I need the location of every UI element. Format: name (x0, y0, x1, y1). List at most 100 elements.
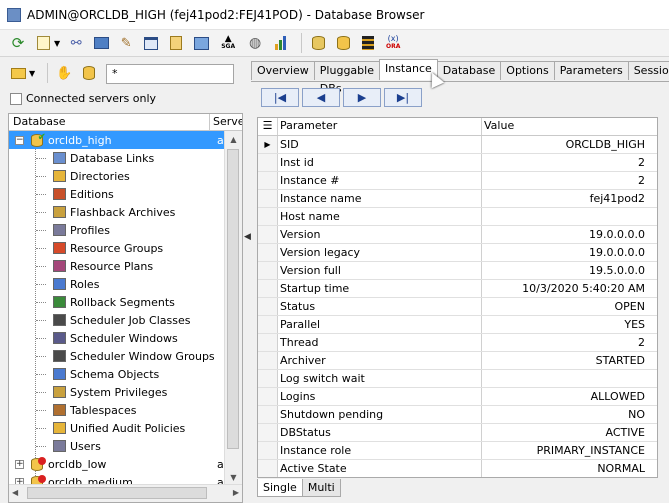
value-cell[interactable]: STARTED (482, 352, 657, 369)
row-selector[interactable] (258, 316, 278, 333)
value-cell[interactable]: 19.0.0.0.0 (482, 226, 657, 243)
parameter-cell[interactable]: Version (278, 226, 482, 243)
expand-icon[interactable]: + (15, 459, 24, 469)
tree-horizontal-scrollbar[interactable]: ◀ ▶ (9, 484, 242, 502)
parameter-cell[interactable]: Active State (278, 460, 482, 477)
tree-header-database[interactable]: Database (13, 115, 66, 128)
table-row[interactable]: Log switch wait (258, 370, 657, 388)
value-cell[interactable]: ALLOWED (482, 388, 657, 405)
parameter-cell[interactable]: Log switch wait (278, 370, 482, 387)
value-cell[interactable]: 2 (482, 334, 657, 351)
value-cell[interactable]: 2 (482, 172, 657, 189)
scroll-thumb[interactable] (27, 487, 207, 499)
tree-node-tablespaces[interactable]: Tablespaces (9, 401, 225, 419)
row-selector[interactable] (258, 244, 278, 261)
table-row[interactable]: Instance #2 (258, 172, 657, 190)
value-cell[interactable]: NO (482, 406, 657, 423)
parameter-cell[interactable]: SID (278, 136, 482, 153)
parameter-cell[interactable]: Startup time (278, 280, 482, 297)
tab-pluggable-dbs[interactable]: Pluggable DBs (313, 61, 380, 95)
parameter-cell[interactable]: Instance name (278, 190, 482, 207)
row-selector[interactable] (258, 406, 278, 423)
row-selector[interactable] (258, 352, 278, 369)
hand-icon[interactable]: ✋ (54, 63, 74, 83)
tab-database[interactable]: Database (436, 61, 502, 80)
table-row[interactable]: Version 19.0.0.0.0 (258, 226, 657, 244)
tree-node-roles[interactable]: Roles (9, 275, 225, 293)
scroll-right-icon[interactable]: ▶ (233, 488, 239, 497)
checkbox-box[interactable] (10, 92, 22, 105)
row-selector[interactable] (258, 424, 278, 441)
parameter-cell[interactable]: Host name (278, 208, 482, 225)
tab-overview[interactable]: Overview (251, 61, 315, 80)
row-selector[interactable] (258, 226, 278, 243)
value-cell[interactable]: ACTIVE (482, 424, 657, 441)
row-selector[interactable] (258, 172, 278, 189)
parameter-cell[interactable]: Inst id (278, 154, 482, 171)
connect-icon[interactable]: ⚯ (66, 33, 86, 53)
layers-icon[interactable] (166, 33, 186, 53)
tree-node-database-links[interactable]: Database Links (9, 149, 225, 167)
row-selector[interactable] (258, 280, 278, 297)
column-separator[interactable] (209, 114, 210, 130)
parameter-cell[interactable]: Logins (278, 388, 482, 405)
filter-input[interactable]: * (106, 64, 234, 84)
tree-node-system-privileges[interactable]: System Privileges (9, 383, 225, 401)
row-selector[interactable] (258, 460, 278, 477)
row-selector[interactable] (258, 262, 278, 279)
db-filter-icon[interactable] (79, 63, 99, 83)
tree-node-users[interactable]: Users (9, 437, 225, 455)
parameter-cell[interactable]: Shutdown pending (278, 406, 482, 423)
table-row[interactable]: Host name (258, 208, 657, 226)
table-row[interactable]: Archiver STARTED (258, 352, 657, 370)
bar-chart-icon[interactable] (270, 33, 290, 53)
parameter-cell[interactable]: Version legacy (278, 244, 482, 261)
parameter-cell[interactable]: DBStatus (278, 424, 482, 441)
table-row[interactable]: DBStatus ACTIVE (258, 424, 657, 442)
chevron-down-icon[interactable]: ▼ (54, 39, 60, 48)
ora-icon[interactable]: (x) ORA (383, 33, 403, 53)
table-row[interactable]: Status OPEN (258, 298, 657, 316)
value-cell[interactable]: 19.0.0.0.0 (482, 244, 657, 261)
globe-icon[interactable]: ◍ (245, 33, 265, 53)
tab-options[interactable]: Options (500, 61, 555, 80)
tab-sessions[interactable]: Sessions (627, 61, 669, 80)
column-header-parameter[interactable]: Parameter (278, 118, 482, 135)
value-cell[interactable]: ORCLDB_HIGH (482, 136, 657, 153)
tree-node-profiles[interactable]: Profiles (9, 221, 225, 239)
last-record-button[interactable]: ▶| (384, 88, 422, 107)
tree-node-scheduler-job-classes[interactable]: Scheduler Job Classes (9, 311, 225, 329)
script-icon[interactable] (33, 33, 53, 53)
refresh-icon[interactable]: ⟳ (8, 33, 28, 53)
tree-node-editions[interactable]: Editions (9, 185, 225, 203)
tree-node-scheduler-windows[interactable]: Scheduler Windows (9, 329, 225, 347)
parameter-cell[interactable]: Instance role (278, 442, 482, 459)
tree-node-resource-plans[interactable]: Resource Plans (9, 257, 225, 275)
tree-node-rollback-segments[interactable]: Rollback Segments (9, 293, 225, 311)
table-row[interactable]: Active State NORMAL (258, 460, 657, 477)
table-row[interactable]: Shutdown pending NO (258, 406, 657, 424)
scroll-left-icon[interactable]: ◀ (12, 488, 18, 497)
table-row[interactable]: Instance role PRIMARY_INSTANCE (258, 442, 657, 460)
row-selector[interactable] (258, 370, 278, 387)
value-cell[interactable]: OPEN (482, 298, 657, 315)
tree-header-server[interactable]: Server (213, 115, 242, 128)
tree-node-unified-audit-policies[interactable]: Unified Audit Policies (9, 419, 225, 437)
parameter-cell[interactable]: Thread (278, 334, 482, 351)
connected-only-checkbox[interactable]: Connected servers only (10, 92, 156, 105)
pane-splitter[interactable]: ◀ (243, 57, 251, 503)
collapse-left-icon[interactable]: ◀ (244, 232, 251, 242)
value-cell[interactable] (482, 208, 657, 225)
row-selector[interactable] (258, 298, 278, 315)
table-row[interactable]: Startup time 10/3/2020 5:40:20 AM (258, 280, 657, 298)
tree-node-schema-objects[interactable]: Schema Objects (9, 365, 225, 383)
value-cell[interactable]: YES (482, 316, 657, 333)
tree-node-orcldb-low[interactable]: + orcldb_low a (9, 455, 225, 473)
parameter-cell[interactable]: Instance # (278, 172, 482, 189)
db-search-icon[interactable] (308, 33, 328, 53)
parameter-cell[interactable]: Parallel (278, 316, 482, 333)
value-cell[interactable]: fej41pod2 (482, 190, 657, 207)
row-selector[interactable] (258, 154, 278, 171)
tree-node-directories[interactable]: Directories (9, 167, 225, 185)
scroll-thumb[interactable] (227, 149, 239, 449)
